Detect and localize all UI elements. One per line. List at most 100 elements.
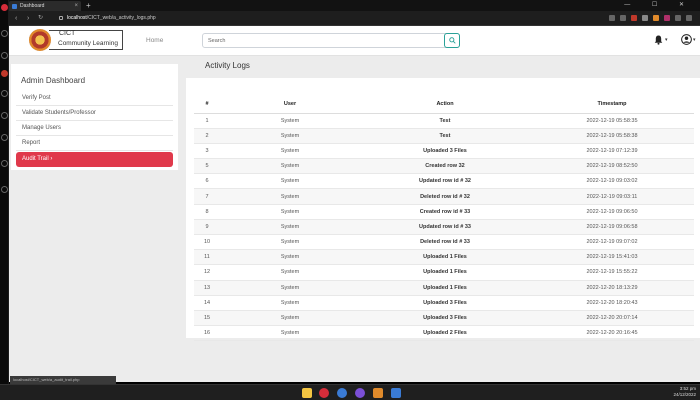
row-action: Test: [360, 128, 530, 144]
search-button[interactable]: [444, 33, 460, 48]
browser-icon[interactable]: [337, 388, 347, 398]
opera-logo-icon[interactable]: [1, 4, 8, 11]
brand-title: CICT: [59, 30, 76, 37]
menu-icon[interactable]: [686, 15, 692, 21]
row-action: Uploaded 3 Files: [360, 143, 530, 160]
extension-icon[interactable]: [675, 15, 681, 21]
extension-icon[interactable]: [664, 15, 670, 21]
row-timestamp: 2022-12-19 07:12:39: [530, 143, 694, 160]
column-header[interactable]: Action: [360, 95, 530, 114]
window-controls[interactable]: — ☐ ✕: [624, 0, 694, 11]
rail-app-icon[interactable]: [1, 30, 8, 37]
table-row: 5 System Created row 32 2022-12-19 08:52:50: [194, 158, 694, 175]
row-action: Created row 32: [360, 158, 530, 175]
row-user: System: [220, 128, 360, 144]
browser-tab[interactable]: Dashboard ×: [9, 1, 81, 11]
reload-icon[interactable]: ↻: [38, 11, 43, 26]
rail-app-icon[interactable]: [1, 52, 8, 59]
logo-icon[interactable]: [29, 29, 51, 51]
row-action: Deleted row id # 33: [360, 234, 530, 251]
row-timestamp: 2022-12-19 05:58:38: [530, 128, 694, 144]
rail-app-icon[interactable]: [1, 186, 8, 193]
row-action: Test: [360, 113, 530, 129]
browser-address-bar: ‹ › ↻ localhost/CICT_web/a_activity_logs…: [9, 11, 700, 26]
app-icon[interactable]: [391, 388, 401, 398]
extension-icon[interactable]: [609, 15, 615, 21]
admin-sidebar: Admin Dashboard Verify Post Validate Stu…: [11, 64, 178, 170]
extension-icon[interactable]: [653, 15, 659, 21]
row-number: 13: [194, 280, 220, 296]
row-timestamp: 2022-12-19 15:55:22: [530, 264, 694, 281]
row-user: System: [220, 325, 360, 342]
table-row: 1 System Test 2022-12-19 05:58:35: [194, 113, 694, 129]
row-timestamp: 2022-12-20 18:20:43: [530, 295, 694, 311]
row-number: 2: [194, 128, 220, 144]
row-action: Deleted row id # 32: [360, 188, 530, 205]
sidebar-item-validate[interactable]: Validate Students/Professor: [16, 106, 173, 121]
extension-icon[interactable]: [642, 15, 648, 21]
table-row: 9 System Updated row id # 33 2022-12-19 09:…: [194, 219, 694, 236]
opera-icon[interactable]: [319, 388, 329, 398]
column-header[interactable]: Timestamp: [530, 95, 694, 114]
search-icon: [449, 37, 456, 44]
row-user: System: [220, 173, 360, 190]
app-icon[interactable]: [373, 388, 383, 398]
clock-date: 24/12/2022: [673, 392, 696, 397]
page-title: Activity Logs: [205, 61, 250, 70]
sidebar-item-manage-users[interactable]: Manage Users: [16, 121, 173, 136]
row-action: Created row id # 33: [360, 204, 530, 220]
home-link[interactable]: Home: [146, 37, 163, 44]
chevron-down-icon[interactable]: ▾: [665, 37, 668, 43]
sidebar-item-report[interactable]: Report: [16, 136, 173, 151]
column-header[interactable]: User: [220, 95, 360, 114]
row-action: Uploaded 1 Files: [360, 280, 530, 296]
brand-subtitle: Community Learning: [58, 40, 118, 47]
table-row: 8 System Created row id # 33 2022-12-19 09:…: [194, 204, 694, 220]
row-number: 12: [194, 264, 220, 281]
back-icon[interactable]: ‹: [15, 11, 17, 26]
column-header[interactable]: #: [194, 95, 220, 114]
row-timestamp: 2022-12-20 20:07:14: [530, 310, 694, 327]
row-timestamp: 2022-12-19 09:07:02: [530, 234, 694, 251]
url-field[interactable]: localhost/CICT_web/a_activity_logs.php: [67, 11, 156, 26]
sidebar-item-verify-post[interactable]: Verify Post: [16, 91, 173, 106]
rail-app-icon[interactable]: [1, 70, 8, 77]
row-action: Updated row id # 32: [360, 173, 530, 190]
table-row: 2 System Test 2022-12-19 05:58:38: [194, 128, 694, 144]
row-number: 15: [194, 310, 220, 327]
chevron-down-icon[interactable]: ▾: [693, 37, 696, 43]
table-body: 1 System Test 2022-12-19 05:58:35 2 System Tes…: [194, 113, 694, 342]
row-number: 7: [194, 188, 220, 205]
rail-app-icon[interactable]: [1, 112, 8, 119]
row-user: System: [220, 264, 360, 281]
table-row: 10 System Deleted row id # 33 2022-12-19 09…: [194, 234, 694, 251]
row-user: System: [220, 249, 360, 266]
row-user: System: [220, 143, 360, 160]
file-explorer-icon[interactable]: [302, 388, 312, 398]
close-icon[interactable]: ×: [74, 1, 78, 11]
table-row: 16 System Uploaded 2 Files 2022-12-20 20:16…: [194, 325, 694, 342]
system-clock[interactable]: 3:52 pm 24/12/2022: [673, 386, 696, 398]
sidebar-item-audit-trail[interactable]: Audit Trail ›: [16, 152, 173, 167]
row-user: System: [220, 234, 360, 251]
row-number: 3: [194, 143, 220, 160]
bell-icon[interactable]: [654, 35, 663, 45]
search-input[interactable]: [203, 34, 443, 47]
tab-title: Dashboard: [20, 3, 45, 9]
user-circle-icon[interactable]: [681, 34, 692, 45]
status-url: localhost/CICT_web/a_audit_trail.php: [10, 376, 116, 384]
extension-icon[interactable]: [620, 15, 626, 21]
site-header: CICT Community Learning Home ▾ ▾: [9, 26, 700, 56]
rail-app-icon[interactable]: [1, 160, 8, 167]
forward-icon[interactable]: ›: [27, 11, 29, 26]
messenger-icon[interactable]: [355, 388, 365, 398]
rail-app-icon[interactable]: [1, 134, 8, 141]
extension-icon[interactable]: [631, 15, 637, 21]
activity-log-panel: # User Action Timestamp 1 System Test 2022-…: [186, 78, 700, 342]
table-row: 13 System Uploaded 1 Files 2022-12-20 18:13…: [194, 280, 694, 296]
sidebar-title: Admin Dashboard: [21, 76, 86, 85]
new-tab-icon[interactable]: +: [86, 0, 91, 11]
browser-tab-bar: Dashboard × + — ☐ ✕: [9, 0, 700, 11]
rail-app-icon[interactable]: [1, 90, 8, 97]
lock-icon: [59, 16, 63, 20]
